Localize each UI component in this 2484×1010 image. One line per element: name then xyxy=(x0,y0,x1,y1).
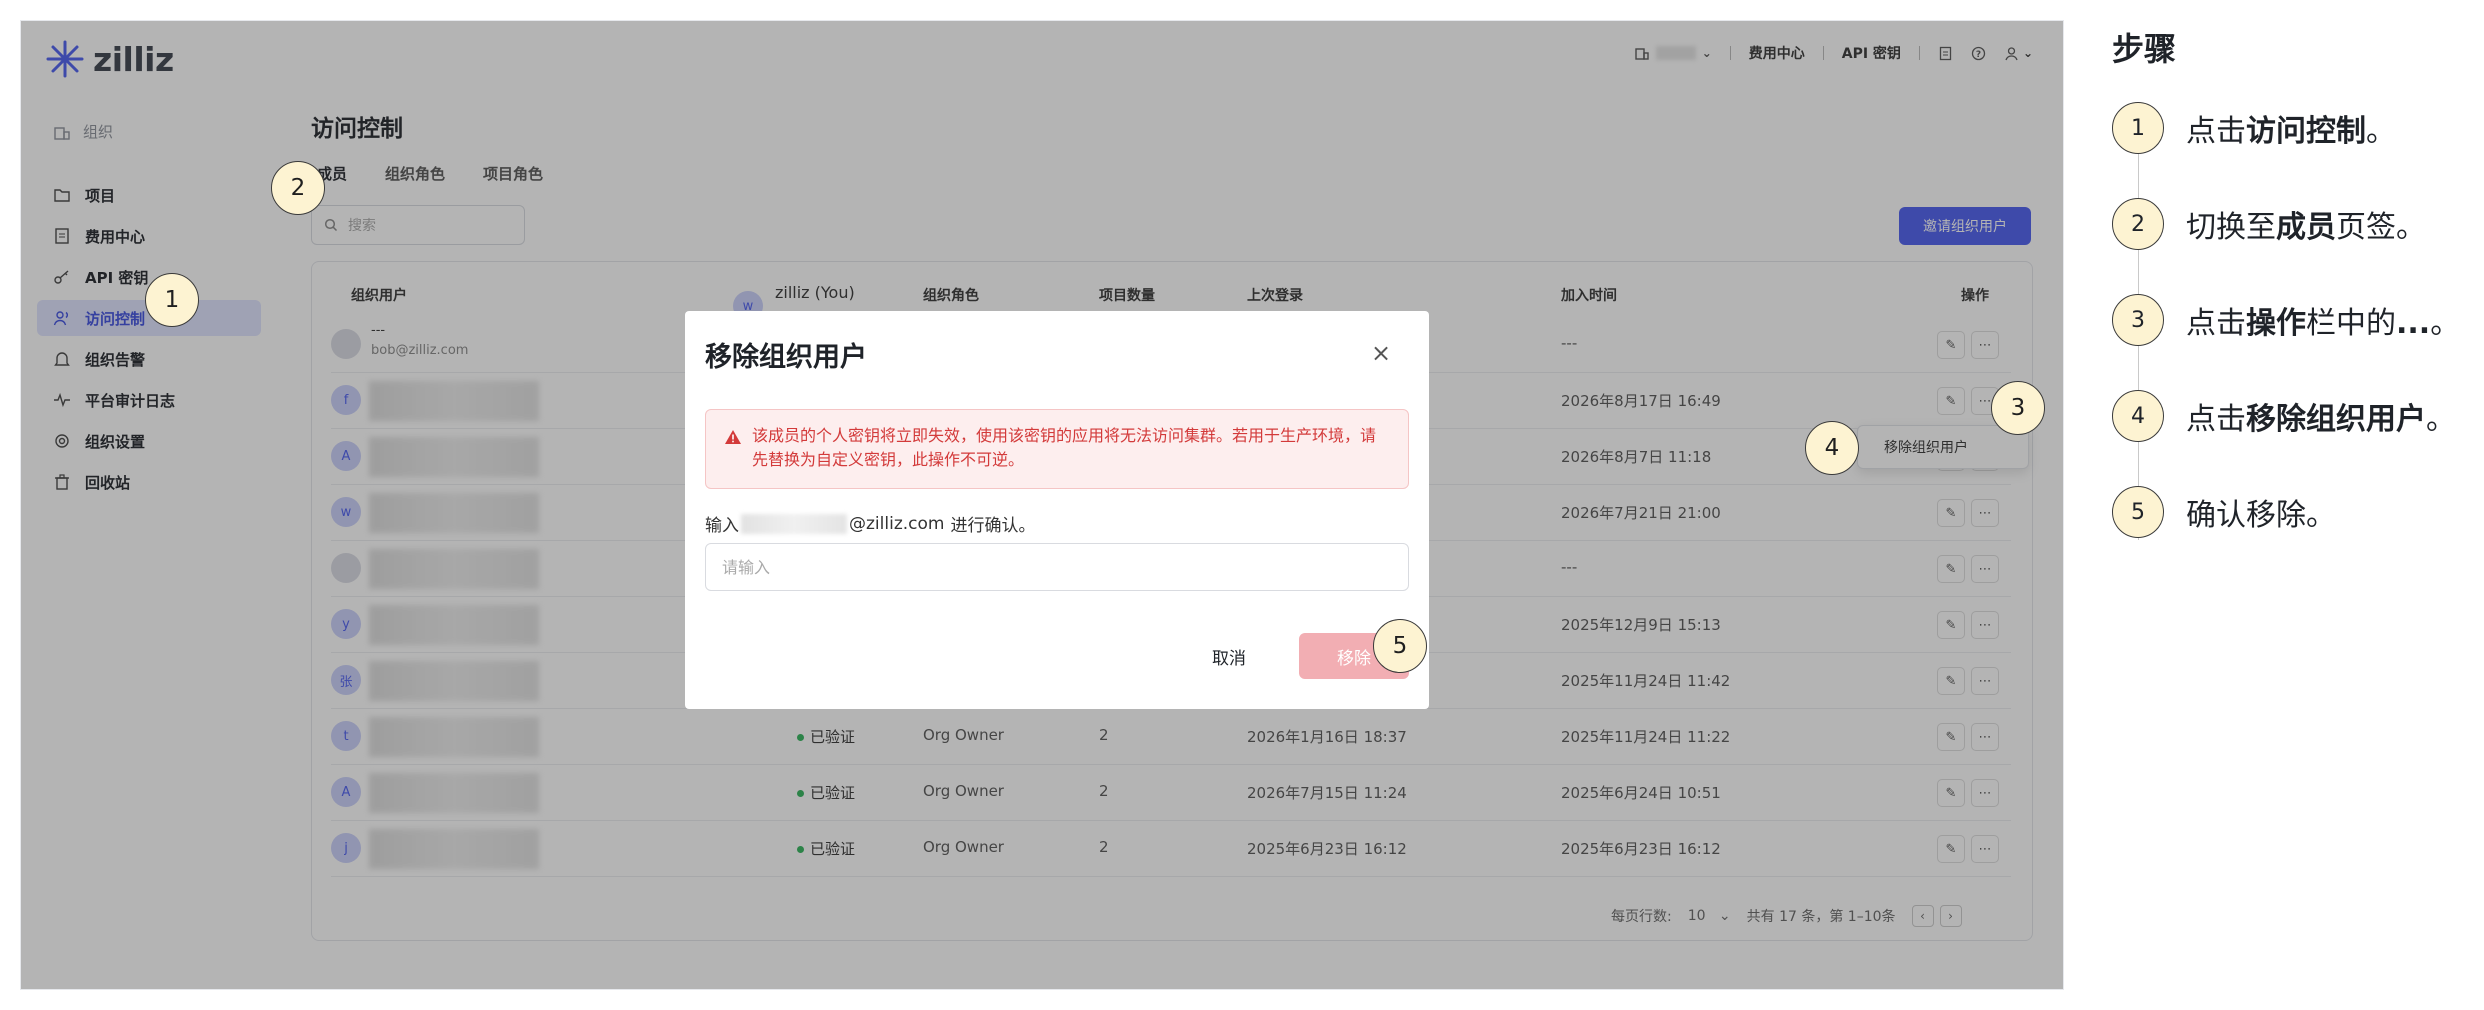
step-number: 5 xyxy=(2112,486,2164,538)
step-2: 2 切换至成员页签。 xyxy=(2112,198,2426,250)
email-redacted xyxy=(741,513,847,534)
app-screenshot: zilliz ⌄ 费用中心 API 密钥 ? ⌄ 组织 项目 费用中心 API 密钥… xyxy=(20,20,2064,990)
dialog-title: 移除组织用户 xyxy=(705,342,867,373)
callout-5: 5 xyxy=(1373,619,1427,673)
step-number: 3 xyxy=(2112,294,2164,346)
warning-icon xyxy=(724,428,742,452)
step-text: 点击操作栏中的...。 xyxy=(2186,306,2461,341)
step-number: 4 xyxy=(2112,390,2164,442)
callout-2: 2 xyxy=(271,161,325,215)
step-text: 点击访问控制。 xyxy=(2186,114,2396,149)
cancel-button[interactable]: 取消 xyxy=(1175,633,1283,679)
step-text: 确认移除。 xyxy=(2186,498,2336,533)
step-3: 3 点击操作栏中的...。 xyxy=(2112,294,2460,346)
step-5: 5 确认移除。 xyxy=(2112,486,2336,538)
callout-3: 3 xyxy=(1991,381,2045,435)
confirm-instruction: 输入 @zilliz.com 进行确认。 xyxy=(705,513,1036,536)
step-4: 4 点击移除组织用户。 xyxy=(2112,390,2456,442)
step-1: 1 点击访问控制。 xyxy=(2112,102,2396,154)
step-number: 2 xyxy=(2112,198,2164,250)
step-text: 切换至成员页签。 xyxy=(2186,210,2426,245)
close-icon[interactable]: × xyxy=(1371,339,1391,367)
step-number: 1 xyxy=(2112,102,2164,154)
step-text: 点击移除组织用户。 xyxy=(2186,402,2456,437)
warning-text: 该成员的个人密钥将立即失效，使用该密钥的应用将无法访问集群。若用于生产环境，请先… xyxy=(752,426,1377,469)
warning-banner: 该成员的个人密钥将立即失效，使用该密钥的应用将无法访问集群。若用于生产环境，请先… xyxy=(705,409,1409,489)
callout-4: 4 xyxy=(1805,421,1859,475)
confirm-email-input[interactable] xyxy=(705,543,1409,591)
remove-user-dialog: 移除组织用户 × 该成员的个人密钥将立即失效，使用该密钥的应用将无法访问集群。若… xyxy=(685,311,1429,709)
callout-1: 1 xyxy=(145,273,199,327)
steps-title: 步骤 xyxy=(2112,30,2177,68)
